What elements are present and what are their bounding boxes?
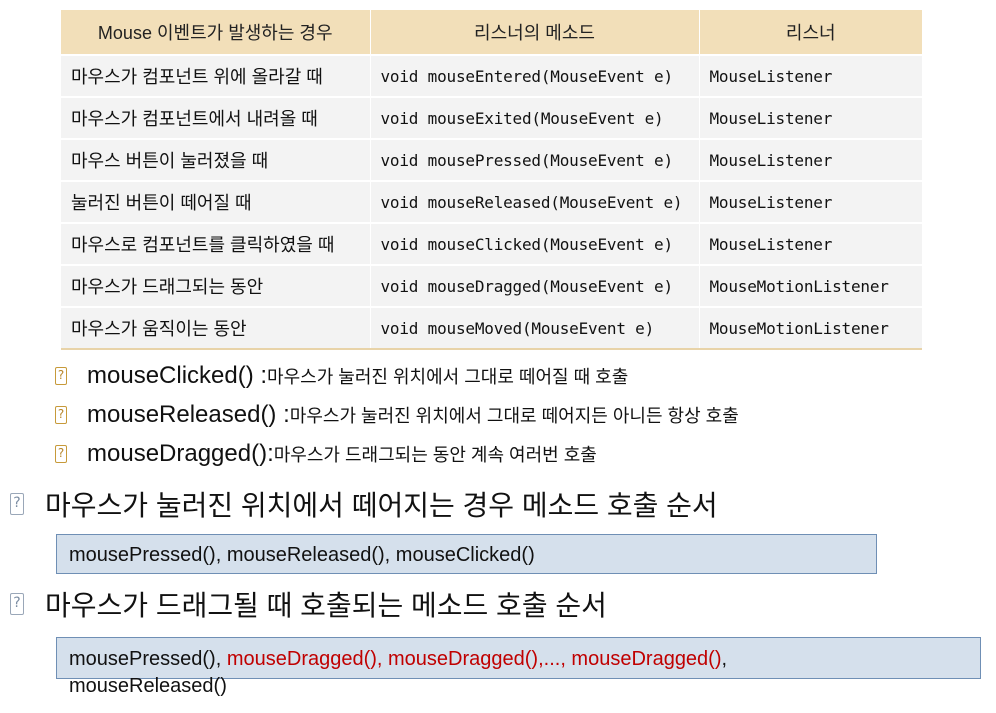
note-description: 마우스가 눌러진 위치에서 그대로 떼어질 때 호출 bbox=[267, 367, 629, 387]
note-mouse-released: ? mouseReleased() : 마우스가 눌러진 위치에서 그대로 떼어… bbox=[55, 401, 739, 429]
question-box-icon: ? bbox=[10, 593, 24, 615]
event-case-cell: 눌러진 버튼이 떼어질 때 bbox=[61, 180, 371, 223]
table-row: 마우스가 컴포넌트에서 내려올 때 void mouseExited(Mouse… bbox=[61, 96, 922, 139]
event-case-cell: 마우스가 컴포넌트 위에 올라갈 때 bbox=[61, 54, 371, 97]
method-cell: void mouseEntered(MouseEvent e) bbox=[370, 54, 700, 97]
table-row: 마우스가 움직이는 동안 void mouseMoved(MouseEvent … bbox=[61, 306, 922, 350]
table-row: 마우스가 컴포넌트 위에 올라갈 때 void mouseEntered(Mou… bbox=[61, 54, 922, 97]
sequence-dragged-highlight: mouseDragged(), mouseDragged(),..., mous… bbox=[226, 648, 722, 670]
mouse-event-table: Mouse 이벤트가 발생하는 경우 리스너의 메소드 리스너 마우스가 컴포넌… bbox=[61, 10, 922, 350]
listener-cell: MouseListener bbox=[699, 138, 922, 181]
release-call-sequence-box: mousePressed(), mouseReleased(), mouseCl… bbox=[56, 534, 877, 574]
listener-cell: MouseMotionListener bbox=[699, 264, 922, 307]
table-row: 마우스가 드래그되는 동안 void mouseDragged(MouseEve… bbox=[61, 264, 922, 307]
event-case-cell: 마우스 버튼이 눌러졌을 때 bbox=[61, 138, 371, 181]
event-case-cell: 마우스가 움직이는 동안 bbox=[61, 306, 371, 350]
method-cell: void mouseDragged(MouseEvent e) bbox=[370, 264, 700, 307]
event-case-cell: 마우스로 컴포넌트를 클릭하였을 때 bbox=[61, 222, 371, 265]
table-row: 마우스 버튼이 눌러졌을 때 void mousePressed(MouseEv… bbox=[61, 138, 922, 181]
sequence-pressed: mousePressed(), bbox=[69, 648, 227, 670]
note-description: 마우스가 눌러진 위치에서 그대로 떼어지든 아니든 항상 호출 bbox=[289, 406, 739, 426]
listener-cell: MouseListener bbox=[699, 54, 922, 97]
table-row: 눌러진 버튼이 떼어질 때 void mouseReleased(MouseEv… bbox=[61, 180, 922, 223]
method-cell: void mouseClicked(MouseEvent e) bbox=[370, 222, 700, 265]
question-box-icon: ? bbox=[10, 493, 24, 515]
listener-cell: MouseListener bbox=[699, 222, 922, 265]
event-case-cell: 마우스가 드래그되는 동안 bbox=[61, 264, 371, 307]
question-box-icon: ? bbox=[55, 367, 67, 385]
note-mouse-clicked: ? mouseClicked() : 마우스가 눌러진 위치에서 그대로 떼어질… bbox=[55, 362, 628, 390]
note-method: mouseReleased() : bbox=[87, 401, 290, 428]
sequence-released: mouseReleased() bbox=[69, 675, 227, 697]
question-box-icon: ? bbox=[55, 406, 67, 424]
method-cell: void mouseMoved(MouseEvent e) bbox=[370, 306, 700, 350]
section-heading-text: 마우스가 드래그될 때 호출되는 메소드 호출 순서 bbox=[45, 590, 607, 621]
event-case-cell: 마우스가 컴포넌트에서 내려올 때 bbox=[61, 96, 371, 139]
method-cell: void mouseReleased(MouseEvent e) bbox=[370, 180, 700, 223]
sequence-comma: , bbox=[721, 648, 728, 670]
section-heading-release-order: ? 마우스가 눌러진 위치에서 떼어지는 경우 메소드 호출 순서 bbox=[10, 484, 718, 524]
table-header-row: Mouse 이벤트가 발생하는 경우 리스너의 메소드 리스너 bbox=[61, 10, 922, 55]
method-cell: void mousePressed(MouseEvent e) bbox=[370, 138, 700, 181]
question-box-icon: ? bbox=[55, 445, 67, 463]
column-header-listener: 리스너 bbox=[699, 10, 922, 55]
method-cell: void mouseExited(MouseEvent e) bbox=[370, 96, 700, 139]
note-method: mouseClicked() : bbox=[87, 362, 268, 389]
listener-cell: MouseListener bbox=[699, 96, 922, 139]
column-header-listener-method: 리스너의 메소드 bbox=[370, 10, 700, 55]
release-call-sequence: mousePressed(), mouseReleased(), mouseCl… bbox=[69, 544, 535, 566]
listener-cell: MouseMotionListener bbox=[699, 306, 922, 350]
listener-cell: MouseListener bbox=[699, 180, 922, 223]
drag-call-sequence-box: mousePressed(), mouseDragged(), mouseDra… bbox=[56, 637, 981, 679]
section-heading-drag-order: ? 마우스가 드래그될 때 호출되는 메소드 호출 순서 bbox=[10, 584, 607, 624]
section-heading-text: 마우스가 눌러진 위치에서 떼어지는 경우 메소드 호출 순서 bbox=[45, 490, 718, 521]
note-mouse-dragged: ? mouseDragged(): 마우스가 드래그되는 동안 계속 여러번 호… bbox=[55, 440, 597, 468]
table-row: 마우스로 컴포넌트를 클릭하였을 때 void mouseClicked(Mou… bbox=[61, 222, 922, 265]
note-method: mouseDragged(): bbox=[87, 440, 274, 467]
note-description: 마우스가 드래그되는 동안 계속 여러번 호출 bbox=[273, 445, 597, 465]
column-header-event-case: Mouse 이벤트가 발생하는 경우 bbox=[61, 10, 371, 55]
